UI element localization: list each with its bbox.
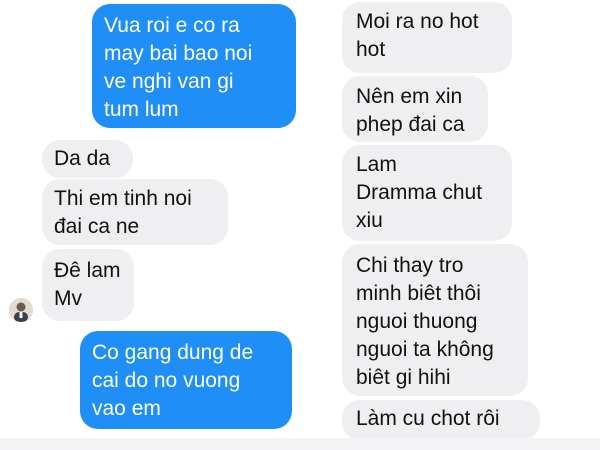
screenshot-divider	[319, 0, 331, 450]
bottom-bar	[0, 438, 600, 450]
received-message[interactable]: Lam Dramma chut xiu	[342, 145, 512, 241]
received-message[interactable]: Làm cu chot rôi	[342, 400, 540, 440]
received-message[interactable]: Đê lam Mv	[42, 249, 134, 321]
received-message[interactable]: Thi em tinh noi đai ca ne	[42, 179, 228, 245]
received-message[interactable]: Da da	[42, 140, 133, 178]
received-message[interactable]: Moi ra no hot hot	[342, 2, 512, 73]
sent-message[interactable]: Vua roi e co ra may bai bao noi ve nghi …	[92, 4, 296, 128]
received-message[interactable]: Nên em xin phep đai ca	[342, 76, 488, 142]
person-avatar-icon	[9, 298, 33, 322]
sent-message[interactable]: Co gang dung de cai do no vuong vao em	[80, 331, 292, 429]
received-message[interactable]: Chi thay tro minh biêt thôi nguoi thuong…	[342, 244, 528, 396]
